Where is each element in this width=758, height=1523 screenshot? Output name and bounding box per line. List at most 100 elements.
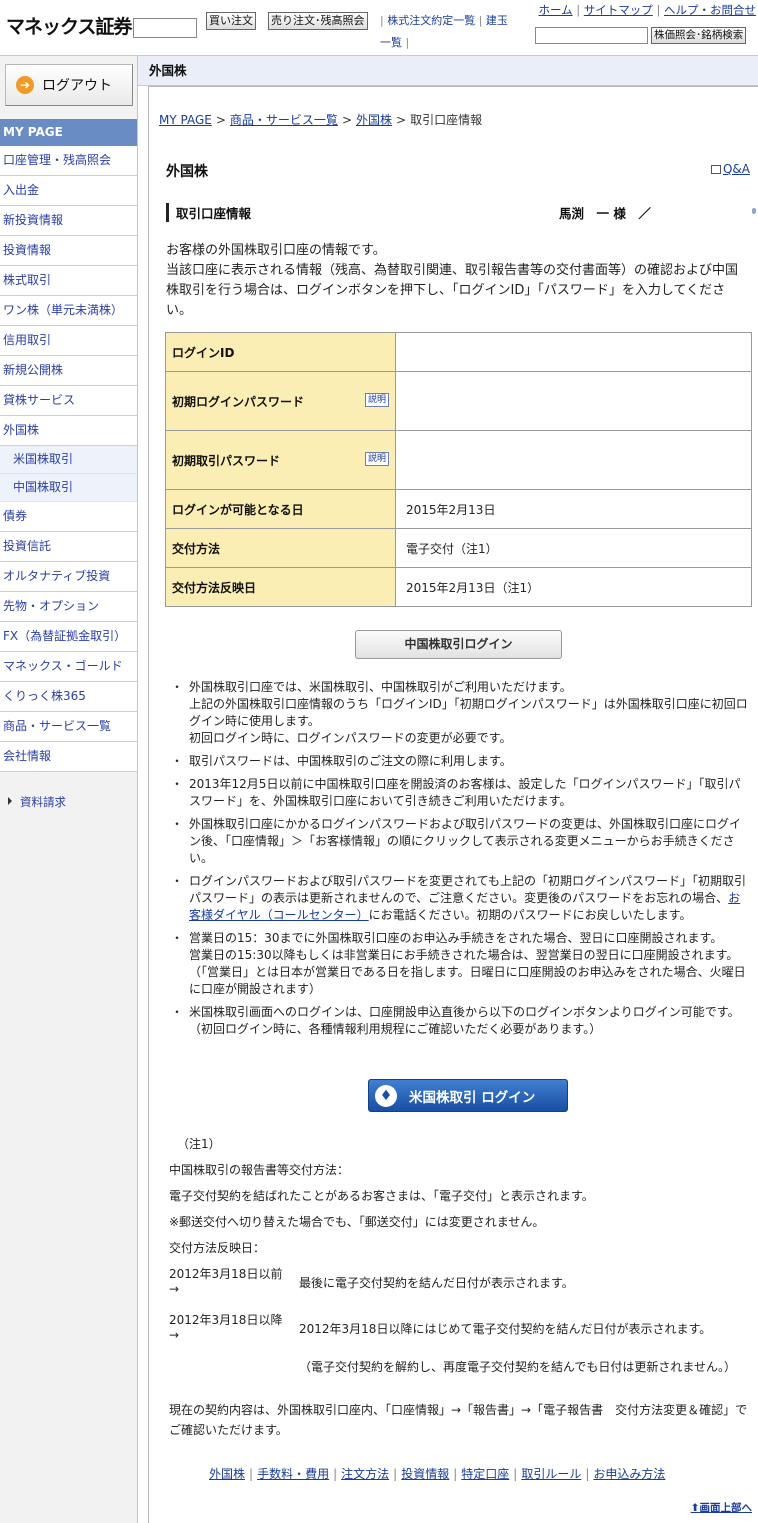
sidebar-item-foreign[interactable]: 外国株 [0, 416, 137, 446]
sidebar-item-invest-info[interactable]: 投資情報 [0, 236, 137, 266]
table-row: 初期ログインパスワード 説明 [165, 371, 752, 431]
login-date-label: ログインが可能となる日 [165, 489, 396, 529]
sidebar-item-gold[interactable]: マネックス・ゴールド [0, 652, 137, 682]
sidebar-item-margin[interactable]: 信用取引 [0, 326, 137, 356]
sidebar-subitem-cn-stock[interactable]: 中国株取引 [0, 474, 137, 502]
sidebar-item-account[interactable]: 口座管理・残高照会 [0, 146, 137, 176]
sub-title: 取引口座情報 [166, 203, 251, 222]
footer-link-order-method[interactable]: 注文方法 [341, 1467, 389, 1481]
intro-text: お客様の外国株取引口座の情報です。 当該口座に表示される情報（残高、為替取引関連… [166, 243, 739, 318]
home-link[interactable]: ホーム [538, 3, 572, 17]
footer-link-fees[interactable]: 手数料・費用 [257, 1467, 329, 1481]
notes-list: 外国株取引口座では、米国株取引、中国株取引がご利用いただけます。 上記の外国株取… [171, 679, 751, 1044]
list-item: ログインパスワードおよび取引パスワードを変更されても上記の「初期ログインパスワー… [171, 873, 751, 924]
doc-request-label: 資料請求 [20, 795, 66, 809]
monex-flame-icon: ♦ [375, 1084, 397, 1107]
sidebar: ➔ ログアウト MY PAGE 口座管理・残高照会 入出金 新投資情報 投資情報… [0, 56, 138, 1523]
quote-code-input[interactable] [133, 18, 197, 38]
table-row: 交付方法 電子交付（注1） [165, 528, 752, 568]
delivery-date-label: 交付方法反映日 [165, 567, 396, 607]
arrow-up-icon: ⬆ [690, 1502, 700, 1514]
footer-link-invest-info[interactable]: 投資情報 [401, 1467, 449, 1481]
login-id-value [395, 332, 752, 372]
table-row: ログインID [165, 332, 752, 372]
stock-search-button[interactable]: 株価照会･銘柄検索 [651, 27, 747, 44]
footer-link-foreign[interactable]: 外国株 [209, 1467, 245, 1481]
login-pw-help-button[interactable]: 説明 [364, 392, 389, 407]
account-info-table: ログインID 初期ログインパスワード 説明 初期取引パスワード 説明 ログインが可能… [165, 332, 752, 607]
triangle-right-icon [8, 797, 12, 805]
sidebar-nav: 口座管理・残高照会 入出金 新投資情報 投資情報 株式取引 ワン株（単元未満株）… [0, 146, 137, 772]
footer-link-rules[interactable]: 取引ルール [521, 1467, 581, 1481]
cn-stock-login-button[interactable]: 中国株取引ログイン [355, 630, 562, 659]
footer-link-specific-account[interactable]: 特定口座 [461, 1467, 509, 1481]
list-item: 営業日の15：30までに外国株取引口座のお申込み手続きをされた場合、翌日に口座開… [171, 930, 751, 998]
breadcrumb-current: 取引口座情報 [410, 113, 483, 127]
sidebar-item-ipo[interactable]: 新規公開株 [0, 356, 137, 386]
us-stock-login-button[interactable]: ♦ 米国株取引 ログイン [368, 1079, 568, 1112]
logout-button[interactable]: ➔ ログアウト [5, 64, 133, 106]
sidebar-subitem-us-stock[interactable]: 米国株取引 [0, 446, 137, 474]
logout-label: ログアウト [42, 78, 112, 94]
arrow-right-icon: ➔ [16, 76, 34, 94]
list-item: 2013年12月5日以前に中国株取引口座を開設済のお客様は、設定した「ログインパ… [171, 776, 751, 810]
help-link[interactable]: ヘルプ・お問合せ [664, 3, 756, 17]
sidebar-item-lending[interactable]: 貸株サービス [0, 386, 137, 416]
header-links: | 株式注文約定一覧 | 建玉一覧 | [380, 14, 508, 49]
sitemap-link[interactable]: サイトマップ [584, 3, 653, 17]
main-content: MY PAGE > 商品・サービス一覧 > 外国株 > 取引口座情報 外国株 Q&A 取引口… [148, 86, 758, 1523]
doc-request-link[interactable]: 資料請求 [8, 794, 66, 810]
login-id-label: ログインID [165, 332, 396, 372]
user-name: 馬渕 一 様 ／ [559, 206, 651, 221]
header: マネックス証券 買い注文 売り注文･残高照会 | 株式注文約定一覧 | 建玉一覧… [0, 0, 758, 56]
qa-link[interactable]: Q&A [710, 162, 750, 176]
login-date-value: 2015年2月13日 [395, 489, 752, 529]
sidebar-item-company[interactable]: 会社情報 [0, 742, 137, 772]
breadcrumb-mypage[interactable]: MY PAGE [159, 113, 212, 127]
table-row: 交付方法反映日 2015年2月13日（注1） [165, 567, 752, 607]
footer-links: 外国株 | 手数料・費用 | 注文方法 | 投資情報 | 特定口座 | 取引ルール | お申込み方法 [209, 1467, 666, 1481]
sidebar-item-bond[interactable]: 債券 [0, 502, 137, 532]
mypage-heading[interactable]: MY PAGE [0, 119, 137, 146]
sidebar-item-products[interactable]: 商品・サービス一覧 [0, 712, 137, 742]
sidebar-item-fx[interactable]: FX（為替証拠金取引） [0, 622, 137, 652]
delivery-label: 交付方法 [165, 528, 396, 568]
list-item: 米国株取引画面へのログインは、口座開設申込直後から以下のログインボタンよりログイ… [171, 1004, 751, 1038]
sidebar-item-deposit[interactable]: 入出金 [0, 176, 137, 206]
breadcrumb: MY PAGE > 商品・サービス一覧 > 外国株 > 取引口座情報 [159, 113, 483, 127]
order-list-link[interactable]: 株式注文約定一覧 [387, 14, 475, 27]
section-title-bar: 外国株 [138, 56, 758, 86]
init-login-pw-label: 初期ログインパスワード 説明 [165, 371, 396, 431]
init-login-pw-value [395, 371, 752, 431]
top-links: ホーム | サイトマップ | ヘルプ・お問合せ [538, 3, 756, 17]
sidebar-item-click365[interactable]: くりっく株365 [0, 682, 137, 712]
breadcrumb-products[interactable]: 商品・サービス一覧 [230, 113, 338, 127]
sidebar-item-new-invest-info[interactable]: 新投資情報 [0, 206, 137, 236]
sidebar-item-futures[interactable]: 先物・オプション [0, 592, 137, 622]
fn-date1: 2012年3月18日以前 → [169, 1267, 283, 1296]
list-item: 取引パスワードは、中国株取引のご注文の際に利用します。 [171, 753, 751, 770]
table-row: 初期取引パスワード 説明 [165, 430, 752, 490]
fn-date2: 2012年3月18日以降 → [169, 1313, 283, 1342]
init-trade-pw-label: 初期取引パスワード 説明 [165, 430, 396, 490]
init-trade-pw-value [395, 430, 752, 490]
window-icon [710, 165, 721, 174]
sidebar-item-alternative[interactable]: オルタナティブ投資 [0, 562, 137, 592]
sell-order-balance-button[interactable]: 売り注文･残高照会 [268, 12, 368, 30]
delivery-date-value: 2015年2月13日（注1） [395, 567, 752, 607]
page-title: 外国株 [166, 164, 208, 180]
breadcrumb-foreign[interactable]: 外国株 [356, 113, 392, 127]
trade-pw-help-button[interactable]: 説明 [364, 451, 389, 466]
table-row: ログインが可能となる日 2015年2月13日 [165, 489, 752, 529]
us-login-label: 米国株取引 ログイン [409, 1089, 536, 1106]
sidebar-item-stock[interactable]: 株式取引 [0, 266, 137, 296]
monex-logo[interactable]: マネックス証券 [6, 12, 132, 39]
sidebar-item-fund[interactable]: 投資信託 [0, 532, 137, 562]
footer-link-apply[interactable]: お申込み方法 [593, 1467, 665, 1481]
back-to-top-link[interactable]: ⬆画面上部へ [691, 1500, 752, 1515]
delivery-value: 電子交付（注1） [395, 528, 752, 568]
list-item: 外国株取引口座にかかるログインパスワードおよび取引パスワードの変更は、外国株取引… [171, 816, 751, 867]
sidebar-item-one-kabu[interactable]: ワン株（単元未満株） [0, 296, 137, 326]
stock-search-input[interactable] [535, 27, 648, 44]
buy-order-button[interactable]: 買い注文 [206, 12, 256, 30]
